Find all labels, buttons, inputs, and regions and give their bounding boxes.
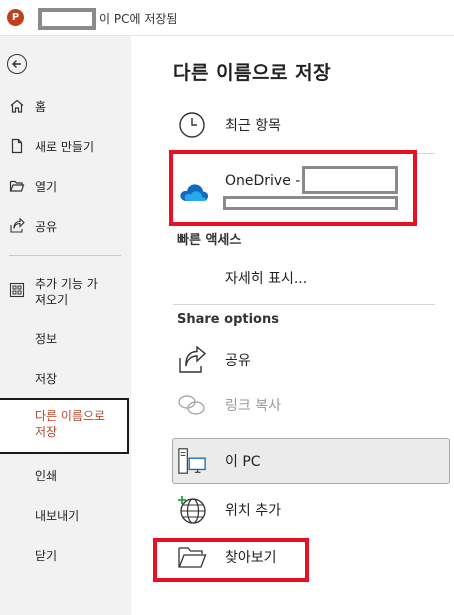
share-icon	[177, 345, 207, 375]
sidebar-item-label: 인쇄	[35, 468, 58, 483]
divider	[173, 304, 435, 305]
sidebar-item-new[interactable]: 새로 만들기	[0, 130, 131, 162]
sidebar-item-save[interactable]: 저장	[0, 362, 131, 394]
share-options-heading: Share options	[177, 312, 279, 327]
sidebar-item-info[interactable]: 정보	[0, 322, 131, 354]
title-bar: P 이 PC에 저장됨	[0, 0, 454, 36]
copy-link-option[interactable]: 링크 복사	[173, 390, 435, 420]
sidebar-item-label: 저장	[35, 371, 58, 386]
sidebar-item-share[interactable]: 공유	[0, 210, 131, 242]
sidebar-item-label: 홈	[35, 99, 47, 114]
sidebar-item-label: 다른 이름으로 저장	[35, 409, 106, 439]
recent-location[interactable]: 최근 항목	[173, 110, 435, 140]
add-ins-icon	[9, 282, 25, 298]
clock-icon	[177, 110, 207, 140]
share-location[interactable]: 공유	[173, 342, 435, 378]
add-place-label: 위치 추가	[225, 503, 281, 519]
add-place-location[interactable]: 위치 추가	[173, 494, 435, 526]
show-more-link[interactable]: 자세히 표시...	[173, 264, 435, 292]
sidebar-item-save-as[interactable]: 다른 이름으로 저장	[0, 398, 129, 454]
sidebar-item-get-add-ins[interactable]: 추가 기능 가 져오기	[0, 272, 131, 316]
sidebar-item-label: 정보	[35, 331, 58, 346]
quick-access-heading: 빠른 액세스	[177, 233, 242, 248]
redacted-filename	[38, 8, 96, 30]
powerpoint-icon: P	[7, 9, 24, 26]
home-icon	[9, 98, 25, 114]
copy-link-label: 링크 복사	[225, 398, 281, 414]
this-pc-location[interactable]: 이 PC	[172, 438, 450, 484]
sidebar-item-label: 추가 기능 가 져오기	[35, 277, 98, 307]
pc-icon	[177, 446, 207, 476]
recent-label: 최근 항목	[225, 118, 281, 134]
sidebar-item-close[interactable]: 닫기	[0, 539, 131, 571]
sidebar-item-label: 열기	[35, 179, 58, 194]
globe-plus-icon	[177, 495, 207, 525]
backstage-sidebar: 홈 새로 만들기 열기 공유 추가 기능 가 져오기 정보 저장 다른 이름으로…	[0, 36, 131, 615]
sidebar-divider	[9, 255, 121, 256]
share-icon	[9, 218, 25, 234]
share-label: 공유	[225, 353, 251, 369]
sidebar-item-label: 내보내기	[35, 508, 80, 523]
sidebar-item-label: 새로 만들기	[35, 139, 95, 154]
page-title: 다른 이름으로 저장	[173, 62, 332, 84]
sidebar-item-open[interactable]: 열기	[0, 170, 131, 202]
highlight-box-browse	[153, 538, 309, 582]
sidebar-item-label: 공유	[35, 219, 58, 234]
highlight-box-onedrive	[169, 150, 417, 226]
back-arrow-icon[interactable]	[7, 54, 27, 74]
save-as-panel: 다른 이름으로 저장 최근 항목 OneDrive - 빠른 액세스 자세히 표…	[131, 36, 454, 615]
sidebar-item-export[interactable]: 내보내기	[0, 499, 131, 531]
this-pc-label: 이 PC	[225, 454, 261, 470]
show-more-label: 자세히 표시...	[225, 271, 308, 287]
save-status: 이 PC에 저장됨	[99, 12, 178, 26]
sidebar-item-home[interactable]: 홈	[0, 90, 131, 122]
sidebar-item-label: 닫기	[35, 548, 58, 563]
sidebar-item-print[interactable]: 인쇄	[0, 459, 131, 491]
folder-open-icon	[9, 178, 25, 194]
new-file-icon	[9, 138, 25, 154]
link-icon	[177, 390, 207, 420]
